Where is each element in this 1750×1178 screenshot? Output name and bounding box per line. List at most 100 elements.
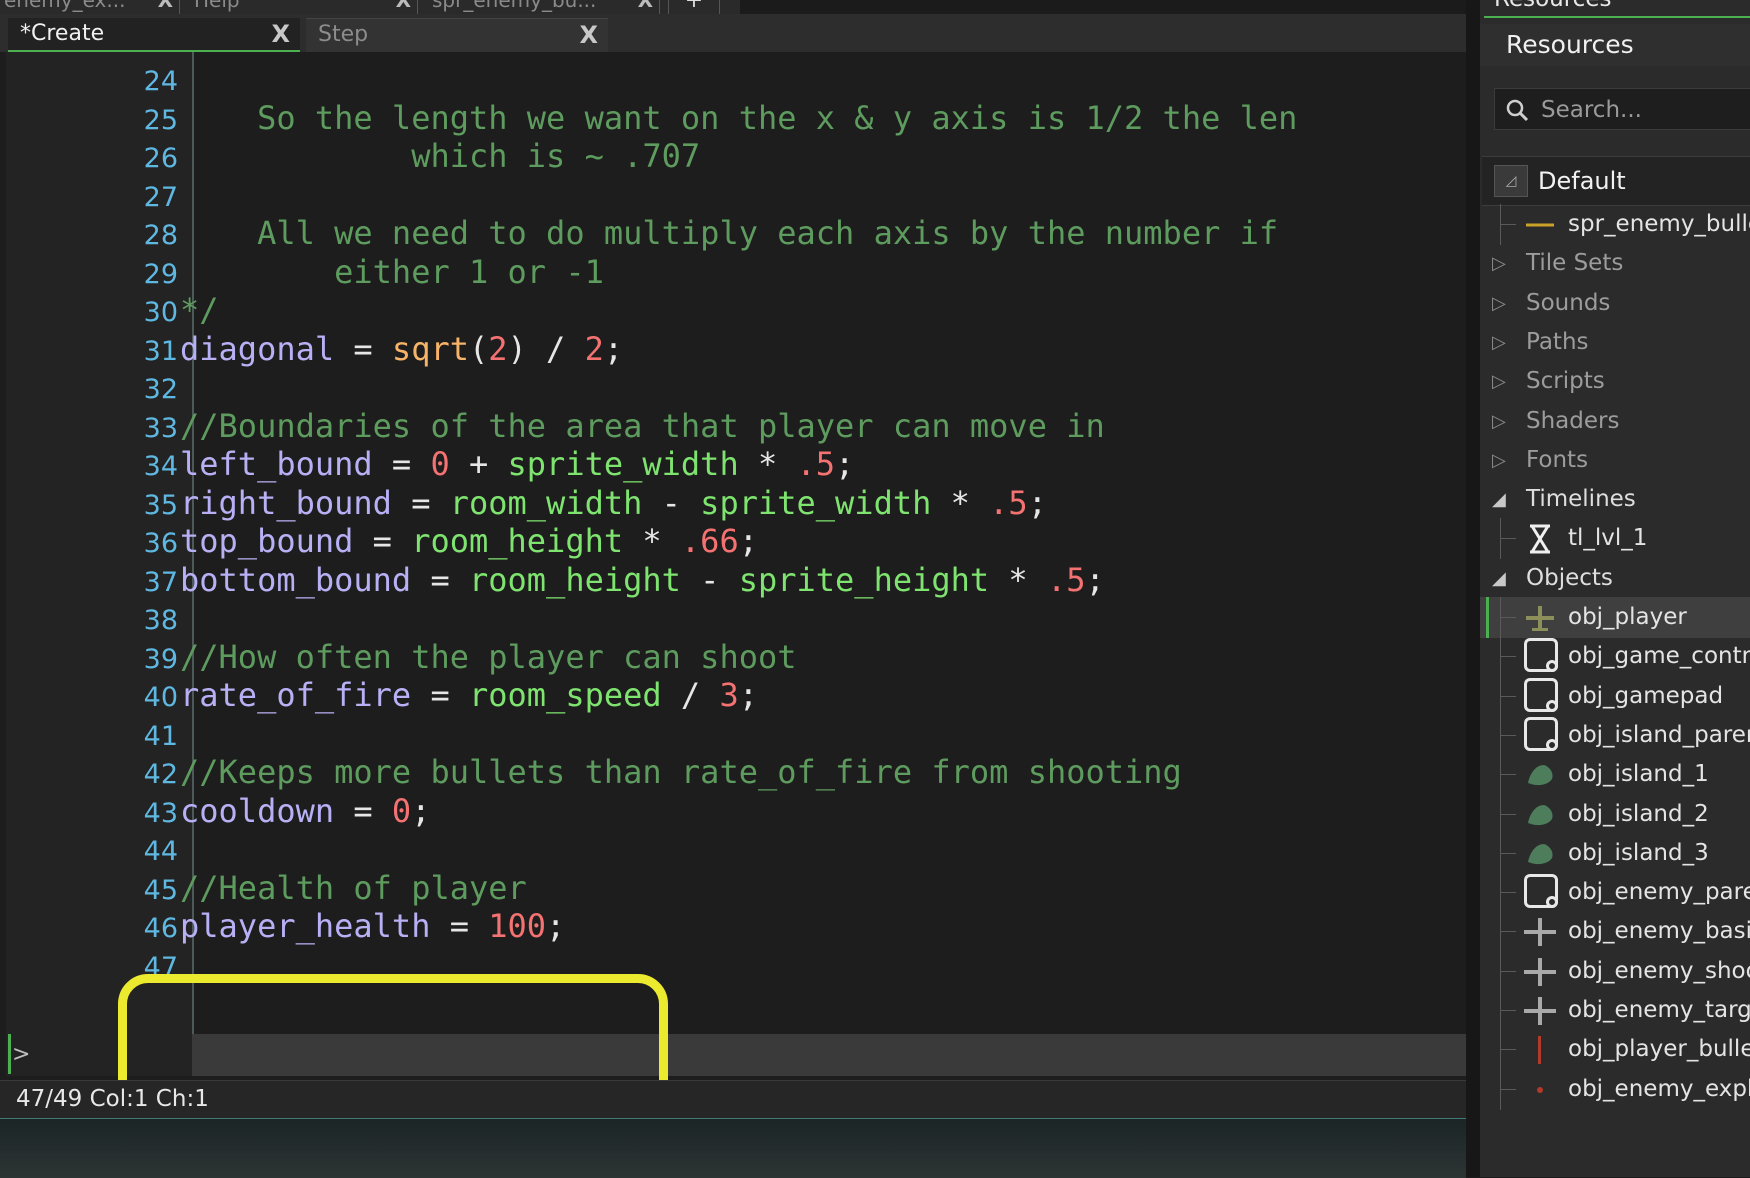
tree-item-spr-enemy-bulle[interactable]: spr_enemy_bulle [1480, 204, 1750, 245]
tree-group-label: Fonts [1526, 446, 1589, 473]
tree-item-obj-player-bulle[interactable]: obj_player_bulle [1480, 1029, 1750, 1071]
tree-group-label: Sounds [1526, 289, 1611, 316]
status-bar: 47/49 Col:1 Ch:1 [0, 1080, 1466, 1118]
bottom-strip [0, 1118, 1466, 1178]
tree-item-obj-enemy-expl[interactable]: obj_enemy_expl [1480, 1068, 1750, 1110]
code-line[interactable]: top_bound = room_height * .66; [180, 520, 758, 563]
filter-icon[interactable]: ◿ [1494, 165, 1528, 197]
line-number: 42 [143, 759, 178, 790]
doc-tab-enemy[interactable]: enemy_ex... X [0, 0, 180, 14]
collapsed-triangle-icon[interactable]: ▷ [1492, 440, 1506, 481]
collapsed-triangle-icon[interactable]: ▷ [1492, 361, 1506, 402]
code-line[interactable]: player_health = 100; [180, 905, 565, 948]
code-line[interactable]: //Health of player [180, 867, 527, 910]
tree-group-sounds[interactable]: ▷ Sounds [1480, 283, 1750, 324]
line-number: 39 [143, 643, 178, 675]
tree-item-tl-lvl-1[interactable]: tl_lvl_1 [1480, 518, 1750, 560]
tree-item-obj-enemy-shoo[interactable]: obj_enemy_shoo [1480, 950, 1750, 992]
tree-group-shaders[interactable]: ▷ Shaders [1480, 401, 1750, 442]
resources-title: Resources [1480, 24, 1750, 66]
line-number: 46 [143, 913, 178, 944]
document-tab-bar: enemy_ex... X Help X spr_enemy_bu... X + [0, 0, 740, 14]
doc-tab-label: Help [194, 0, 240, 12]
tree-item-obj-island-1[interactable]: obj_island_1 [1480, 754, 1750, 796]
tree-group-timelines[interactable]: ◢ Timelines [1480, 479, 1750, 520]
add-tab-button[interactable]: + [668, 0, 720, 14]
code-line[interactable]: bottom_bound = room_height - sprite_heig… [180, 559, 1105, 602]
tree-item-obj-island-3[interactable]: obj_island_3 [1480, 832, 1750, 874]
close-icon[interactable]: X [638, 0, 653, 14]
collapsed-triangle-icon[interactable]: ▷ [1492, 401, 1506, 442]
tree-item-label: obj_enemy_basic [1568, 918, 1750, 945]
tree-item-obj-gamepad[interactable]: obj_gamepad [1480, 675, 1750, 717]
collapsed-triangle-icon[interactable]: ▷ [1492, 243, 1506, 284]
code-line[interactable]: either 1 or -1 [180, 251, 604, 294]
code-line[interactable]: right_bound = room_width - sprite_width … [180, 482, 1047, 525]
line-number: 28 [143, 220, 178, 251]
expanded-triangle-icon[interactable]: ◢ [1492, 558, 1506, 599]
code-line[interactable]: //How often the player can shoot [180, 636, 797, 679]
line-number: 35 [143, 489, 178, 521]
tree-group-scripts[interactable]: ▷ Scripts [1480, 361, 1750, 402]
line-number: 41 [143, 720, 178, 752]
tab-create-event[interactable]: *Create X [8, 18, 300, 52]
tree-item-label: spr_enemy_bulle [1568, 211, 1750, 237]
tree-group-fonts[interactable]: ▷ Fonts [1480, 440, 1750, 481]
tree-item-label: tl_lvl_1 [1568, 525, 1648, 552]
tree-item-obj-player[interactable]: obj_player [1480, 597, 1750, 638]
filter-dropdown[interactable]: ◿ Default [1482, 156, 1750, 206]
close-icon[interactable]: X [158, 0, 173, 14]
tree-group-paths[interactable]: ▷ Paths [1480, 322, 1750, 363]
tree-item-label: obj_game_contro [1568, 643, 1750, 670]
code-line[interactable]: */ [180, 289, 219, 332]
expanded-triangle-icon[interactable]: ◢ [1492, 479, 1506, 520]
resources-tab[interactable]: Resources [1484, 0, 1750, 18]
tree-group-label: Tile Sets [1526, 250, 1624, 277]
line-number: 24 [143, 66, 178, 97]
tree-item-obj-enemy-pare[interactable]: obj_enemy_pare [1480, 872, 1750, 914]
line-number: 38 [143, 605, 178, 636]
tree-item-obj-enemy-basic[interactable]: obj_enemy_basic [1480, 911, 1750, 953]
code-line[interactable]: left_bound = 0 + sprite_width * .5; [180, 443, 854, 486]
tree-item-label: obj_enemy_expl [1568, 1075, 1750, 1102]
tree-group-label: Timelines [1526, 486, 1636, 513]
code-line[interactable]: So the length we want on the x & y axis … [180, 97, 1297, 140]
tab-step-event[interactable]: Step X [306, 18, 608, 52]
code-line[interactable]: which is ~ .707 [180, 135, 700, 178]
code-line[interactable]: //Boundaries of the area that player can… [180, 405, 1105, 448]
code-line[interactable]: rate_of_fire = room_speed / 3; [180, 674, 758, 717]
code-line[interactable]: cooldown = 0; [180, 790, 430, 833]
line-number: 29 [143, 258, 178, 290]
tree-item-label: obj_gamepad [1568, 682, 1724, 709]
tree-item-label: obj_enemy_pare [1568, 879, 1750, 906]
tree-item-label: obj_player [1568, 604, 1687, 630]
code-line[interactable]: //Keeps more bullets than rate_of_fire f… [180, 751, 1182, 794]
tree-item-obj-island-parer[interactable]: obj_island_parer [1480, 714, 1750, 756]
line-number: 44 [143, 836, 178, 867]
code-editor[interactable]: 24 25 26 27 28 29 30 31 32 33 34 35 36 37 38 39 40 41 42 43… [0, 52, 1466, 1134]
tree-group-objects[interactable]: ◢ Objects [1480, 558, 1750, 599]
search-box[interactable] [1494, 88, 1750, 130]
collapsed-triangle-icon[interactable]: ▷ [1492, 283, 1506, 324]
search-input[interactable] [1539, 93, 1743, 127]
caret-marker-icon: > [12, 1042, 31, 1067]
line-number: 33 [143, 412, 178, 444]
tree-item-label: obj_island_2 [1568, 800, 1709, 827]
close-icon[interactable]: X [579, 19, 598, 51]
collapsed-triangle-icon[interactable]: ▷ [1492, 322, 1506, 363]
tree-item-label: obj_island_1 [1568, 761, 1709, 788]
tree-item-obj-island-2[interactable]: obj_island_2 [1480, 793, 1750, 835]
code-line[interactable]: diagonal = sqrt(2) / 2; [180, 328, 623, 371]
tree-item-obj-enemy-targe[interactable]: obj_enemy_targe [1480, 990, 1750, 1031]
doc-tab-help[interactable]: Help X [190, 0, 418, 14]
tree-item-obj-game-contro[interactable]: obj_game_contro [1480, 636, 1750, 678]
line-number: 36 [143, 528, 178, 559]
line-number: 25 [143, 104, 178, 136]
code-line[interactable]: All we need to do multiply each axis by … [180, 212, 1278, 255]
close-icon[interactable]: X [396, 0, 411, 14]
tree-item-label: obj_enemy_targe [1568, 997, 1750, 1023]
tree-group-tile-sets[interactable]: ▷ Tile Sets [1480, 243, 1750, 284]
panel-divider[interactable] [1466, 0, 1480, 1177]
close-icon[interactable]: X [271, 18, 290, 50]
doc-tab-spr-enemy-bullet[interactable]: spr_enemy_bu... X [428, 0, 660, 14]
